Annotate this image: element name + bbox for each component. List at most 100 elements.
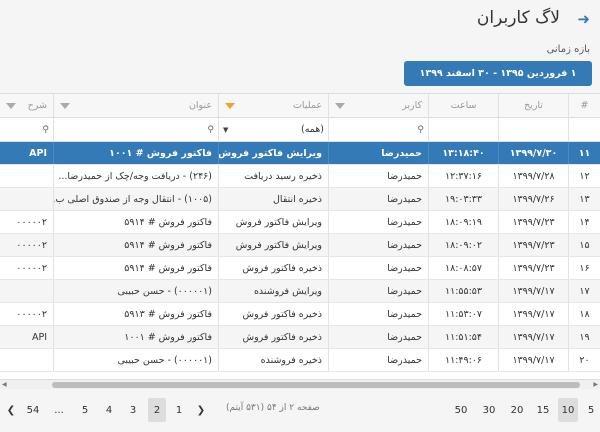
cell-idx: ۱۶ xyxy=(568,257,600,279)
scroll-left-icon[interactable]: ◀ xyxy=(2,381,7,388)
arrow-right-icon[interactable]: ➜ xyxy=(577,10,590,28)
cell-title: (۰۰۰۰۰۱) - حسن حبیبی xyxy=(53,349,218,371)
cell-time: ۱۱:۴۹:۰۶ xyxy=(428,349,498,371)
prev-page-icon[interactable]: ❮ xyxy=(2,398,20,422)
cell-idx: ۱۲ xyxy=(568,165,600,187)
column-header-idx[interactable]: # xyxy=(568,94,600,117)
page-5[interactable]: 5 xyxy=(76,398,94,422)
page-size-15[interactable]: 15 xyxy=(534,398,552,422)
filter-icon[interactable] xyxy=(225,102,235,109)
cell-operation: ذخیره انتقال xyxy=(218,188,328,210)
scroll-right-icon[interactable]: ▶ xyxy=(593,381,598,388)
search-icon: ⚲ xyxy=(42,124,49,135)
filter-operation-select[interactable]: (همه) ▼ xyxy=(218,118,328,141)
column-header-description[interactable]: شرح xyxy=(0,94,53,117)
search-icon: ⚲ xyxy=(417,124,424,135)
filter-description-input[interactable]: ⚲ xyxy=(0,118,53,141)
column-header-date-label: تاریخ xyxy=(524,100,543,111)
table-row[interactable]: ۱۱ ۱۳۹۹/۷/۳۰ ۱۳:۱۸:۴۰ حمیدرضا ویرایش فاکتور … xyxy=(0,142,600,165)
column-header-operation[interactable]: عملیات xyxy=(218,94,328,117)
column-header-operation-label: عملیات xyxy=(292,100,322,111)
column-header-title[interactable]: عنوان xyxy=(53,94,218,117)
cell-title: فاکتور فروش # ۱۰۰۱ xyxy=(53,326,218,348)
cell-time: ۱۸:۰۹:۱۹ xyxy=(428,211,498,233)
cell-title: فاکتور فروش # ۵۹۱۴ xyxy=(53,211,218,233)
cell-date: ۱۳۹۹/۷/۱۷ xyxy=(498,326,568,348)
filter-icon[interactable] xyxy=(335,102,345,109)
page-3[interactable]: 3 xyxy=(124,398,142,422)
filter-title-input[interactable]: ⚲ xyxy=(53,118,218,141)
cell-operation: ویرایش فروشنده xyxy=(218,280,328,302)
filter-row: ⚲ (همه) ▼ ⚲ ⚲ xyxy=(0,118,600,142)
table-row[interactable]: ۱۲ ۱۳۹۹/۷/۲۸ ۱۲:۳۷:۱۶ حمیدرضا ذخیره رسید دری… xyxy=(0,165,600,188)
page-size-30[interactable]: 30 xyxy=(480,398,498,422)
cell-description: ۰۰۰۰۰۲ xyxy=(16,262,47,274)
page-1[interactable]: 1 xyxy=(170,398,188,422)
filter-cell-date[interactable] xyxy=(498,118,568,141)
cell-user: حمیدرضا xyxy=(328,280,428,302)
filter-user-input[interactable]: ⚲ xyxy=(328,118,428,141)
cell-operation: ذخیره فاکتور فروش xyxy=(218,326,328,348)
cell-operation: ذخیره فاکتور فروش xyxy=(218,257,328,279)
table-row[interactable]: ۱۴ ۱۳۹۹/۷/۲۳ ۱۸:۰۹:۱۹ حمیدرضا ویرایش فاکتور … xyxy=(0,211,600,234)
cell-time: ۱۳:۱۸:۴۰ xyxy=(428,142,498,164)
filter-cell-time[interactable] xyxy=(428,118,498,141)
cell-user: حمیدرضا xyxy=(328,188,428,210)
period-button[interactable]: ۱ فروردین ۱۳۹۵ - ۳۰ اسفند ۱۳۹۹ xyxy=(404,61,592,86)
cell-operation: ویرایش فاکتور فروش xyxy=(218,234,328,256)
cell-description: ۰۰۰۰۰۲ xyxy=(16,308,47,320)
page-size-10[interactable]: 10 xyxy=(558,398,578,422)
period-label: بازه زمانی xyxy=(546,44,590,55)
cell-operation: ذخیره فروشنده xyxy=(218,349,328,371)
table-row[interactable]: ۱۹ ۱۳۹۹/۷/۱۷ ۱۱:۵۱:۵۴ حمیدرضا ذخیره فاکتور ف… xyxy=(0,326,600,349)
table-row[interactable]: ۱۵ ۱۳۹۹/۷/۲۳ ۱۸:۰۹:۰۲ حمیدرضا ویرایش فاکتور … xyxy=(0,234,600,257)
horizontal-scrollbar[interactable]: ◀ ▶ xyxy=(0,379,600,389)
cell-idx: ۱۸ xyxy=(568,303,600,325)
cell-date: ۱۳۹۹/۷/۲۸ xyxy=(498,165,568,187)
page-size-50[interactable]: 50 xyxy=(452,398,470,422)
cell-operation: ذخیره رسید دریافت xyxy=(218,165,328,187)
cell-date: ۱۳۹۹/۷/۱۷ xyxy=(498,349,568,371)
cell-title: فاکتور فروش # ۵۹۱۳ xyxy=(53,303,218,325)
page-size-5[interactable]: 5 xyxy=(582,398,600,422)
table-row[interactable]: ۱۳ ۱۳۹۹/۷/۲۶ ۱۹:۰۳:۳۳ حمیدرضا ذخیره انتقال (۱… xyxy=(0,188,600,211)
cell-date: ۱۳۹۹/۷/۲۳ xyxy=(498,234,568,256)
column-header-user[interactable]: کاربر xyxy=(328,94,428,117)
filter-icon[interactable] xyxy=(60,102,70,109)
page-54[interactable]: 54 xyxy=(24,398,42,422)
scrollbar-thumb[interactable] xyxy=(52,382,580,388)
page-ellipsis: ... xyxy=(54,404,64,416)
table-row[interactable]: ۱۷ ۱۳۹۹/۷/۱۷ ۱۱:۵۵:۵۳ حمیدرضا ویرایش فروشنده… xyxy=(0,280,600,303)
table-row[interactable]: ۱۸ ۱۳۹۹/۷/۱۷ ۱۱:۵۳:۰۷ حمیدرضا ذخیره فاکتور ف… xyxy=(0,303,600,326)
cell-description xyxy=(0,280,53,302)
pager: ❮ 54 ... 5 4 3 2 1 ❯ صفحه ۲ از ۵۴ (۵۳۱ آ… xyxy=(0,398,600,422)
cell-idx: ۱۵ xyxy=(568,234,600,256)
log-grid: # تاریخ ساعت کاربر عملیات عنوان شرح ⚲ (ه… xyxy=(0,93,600,389)
cell-description: ۰۰۰۰۰۲ xyxy=(16,239,47,251)
filter-operation-value: (همه) xyxy=(300,124,324,135)
cell-date: ۱۳۹۹/۷/۱۷ xyxy=(498,303,568,325)
filter-cell-idx xyxy=(568,118,600,141)
cell-operation: ویرایش فاکتور فروش xyxy=(218,142,328,164)
cell-date: ۱۳۹۹/۷/۳۰ xyxy=(498,142,568,164)
pager-info: صفحه ۲ از ۵۴ (۵۳۱ آیتم) xyxy=(226,403,320,413)
column-header-date[interactable]: تاریخ xyxy=(498,94,568,117)
search-icon: ⚲ xyxy=(207,124,214,135)
next-page-icon[interactable]: ❯ xyxy=(192,398,210,422)
cell-user: حمیدرضا xyxy=(328,165,428,187)
column-header-time[interactable]: ساعت xyxy=(428,94,498,117)
cell-title: (۱۰۰۵) - انتقال وجه از صندوق اصلی ب... xyxy=(53,188,218,210)
page-size-20[interactable]: 20 xyxy=(508,398,526,422)
filter-icon[interactable] xyxy=(6,102,16,109)
column-header-user-label: کاربر xyxy=(402,100,422,111)
page-2[interactable]: 2 xyxy=(148,398,166,422)
table-row[interactable]: ۲۰ ۱۳۹۹/۷/۱۷ ۱۱:۴۹:۰۶ حمیدرضا ذخیره فروشنده(… xyxy=(0,349,600,372)
cell-description: ۰۰۰۰۰۲ xyxy=(16,216,47,228)
cell-title: فاکتور فروش # ۱۰۰۱ xyxy=(53,142,218,164)
cell-description xyxy=(0,165,53,187)
cell-description xyxy=(0,188,53,210)
table-row[interactable]: ۱۶ ۱۳۹۹/۷/۲۳ ۱۸:۰۸:۵۷ حمیدرضا ذخیره فاکتور ف… xyxy=(0,257,600,280)
header: ➜ لاگ کاربران xyxy=(0,0,600,42)
page-4[interactable]: 4 xyxy=(100,398,118,422)
cell-idx: ۱۳ xyxy=(568,188,600,210)
